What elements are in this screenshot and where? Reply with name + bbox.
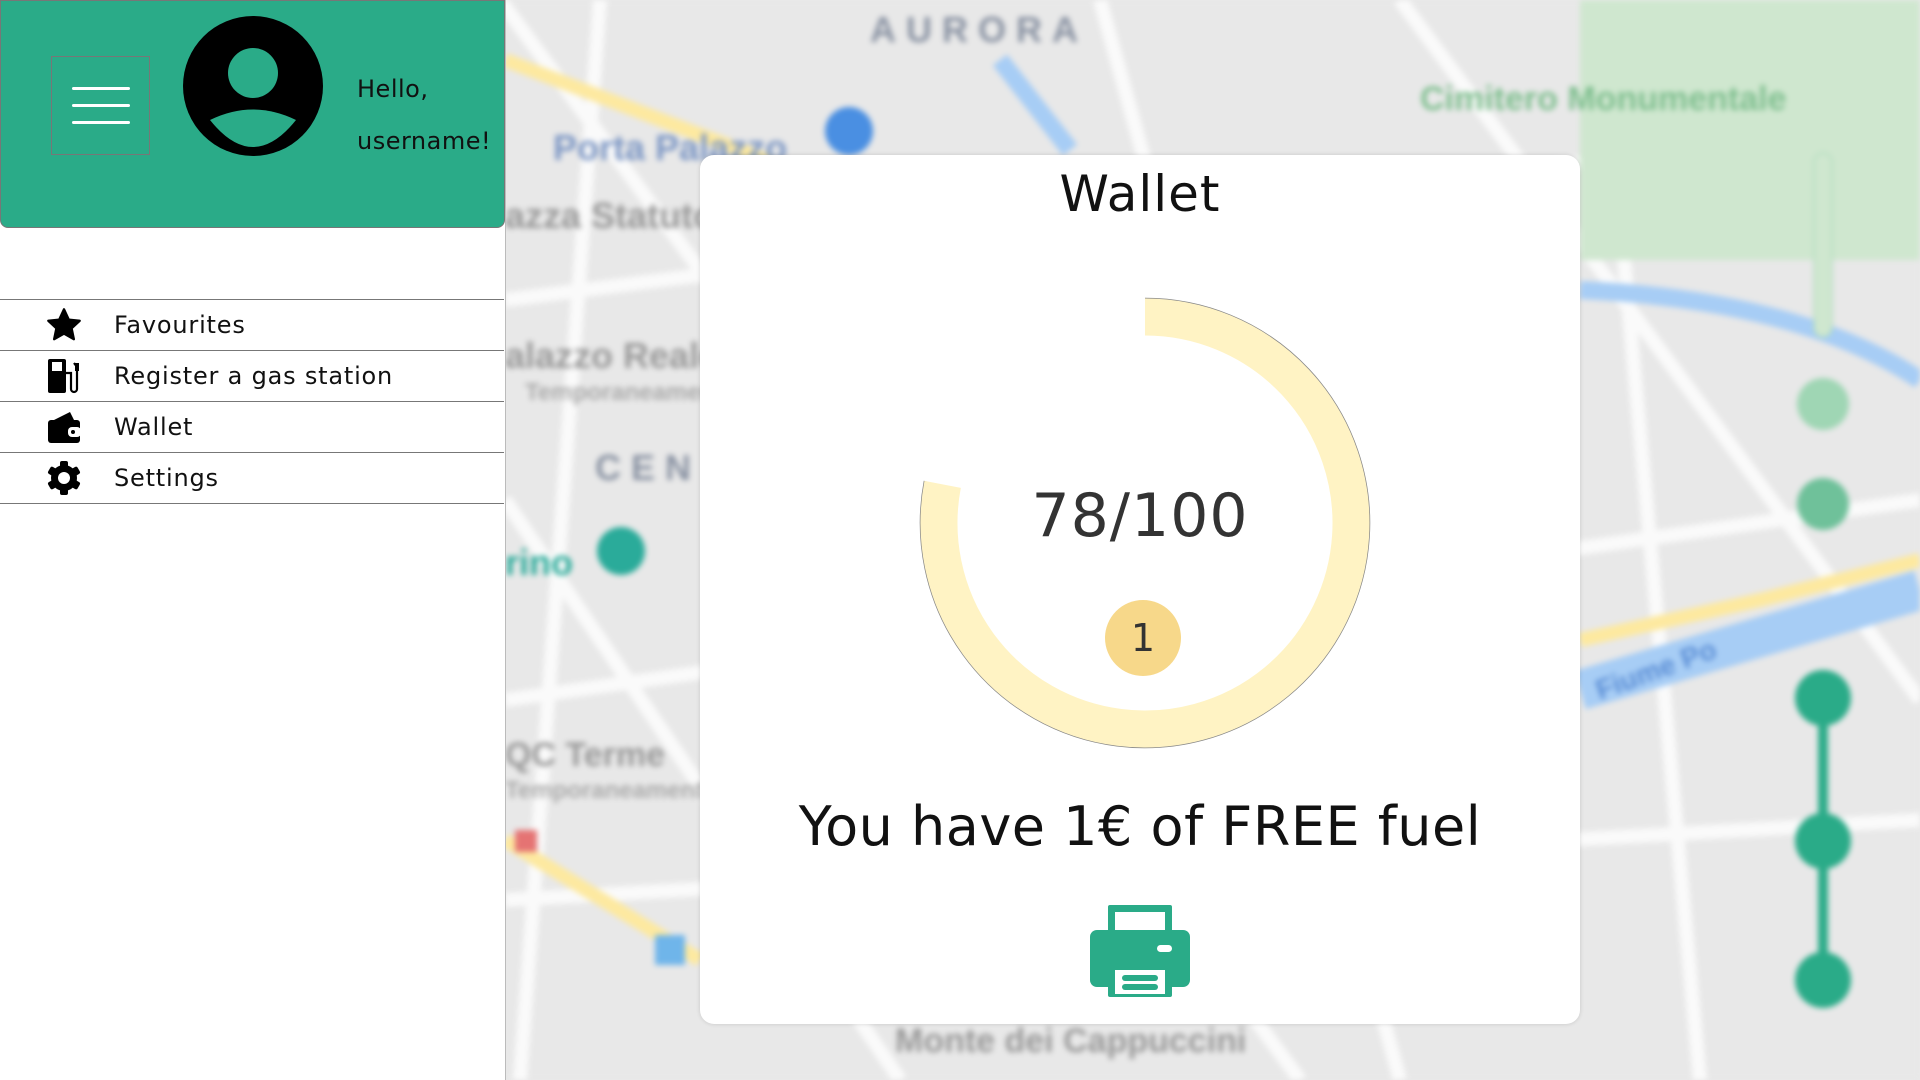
wallet-icon [44,407,84,447]
svg-text:AURORA: AURORA [870,9,1088,50]
svg-text:Monte dei Cappuccini: Monte dei Cappuccini [895,1022,1246,1060]
svg-text:Temporaneament: Temporaneament [505,777,703,804]
hamburger-line [72,121,130,124]
sidebar-menu: Favourites Register a gas station Wallet… [0,299,504,504]
svg-text:alazzo Reale: alazzo Reale [505,335,719,376]
free-fuel-message: You have 1€ of FREE fuel [798,795,1482,858]
star-icon [44,305,84,345]
coin-badge: 1 [1105,600,1181,676]
avatar-icon[interactable] [183,16,323,156]
svg-text:rino: rino [505,542,573,583]
sidebar: Hello, username! Favourites Register a g… [0,0,506,1080]
sidebar-item-label: Register a gas station [114,362,394,390]
sidebar-item-settings[interactable]: Settings [0,453,504,504]
hamburger-line [72,104,130,107]
svg-text:azza Statuto: azza Statuto [505,195,715,236]
printer-icon[interactable] [1090,905,1190,997]
username-text: username! [357,127,492,155]
menu-toggle-button[interactable] [51,56,150,155]
sidebar-item-wallet[interactable]: Wallet [0,402,504,453]
sidebar-header: Hello, username! [0,0,505,228]
svg-text:QC Terme: QC Terme [505,736,665,774]
svg-text:Cimitero Monumentale: Cimitero Monumentale [1420,80,1786,118]
gas-pump-icon [44,356,84,396]
svg-text:CEN: CEN [595,447,701,488]
sidebar-item-label: Favourites [114,311,246,339]
sidebar-item-label: Settings [114,464,219,492]
sidebar-item-favourites[interactable]: Favourites [0,300,504,351]
points-score: 78/100 [1031,481,1249,551]
sidebar-item-label: Wallet [114,413,194,441]
wallet-card: Wallet 78/100 1 You have 1€ of FREE fuel [700,155,1580,1024]
points-gauge [919,297,1371,749]
hamburger-line [72,87,130,90]
gear-icon [44,458,84,498]
sidebar-item-register-gas-station[interactable]: Register a gas station [0,351,504,402]
greeting-text: Hello, [357,75,429,103]
